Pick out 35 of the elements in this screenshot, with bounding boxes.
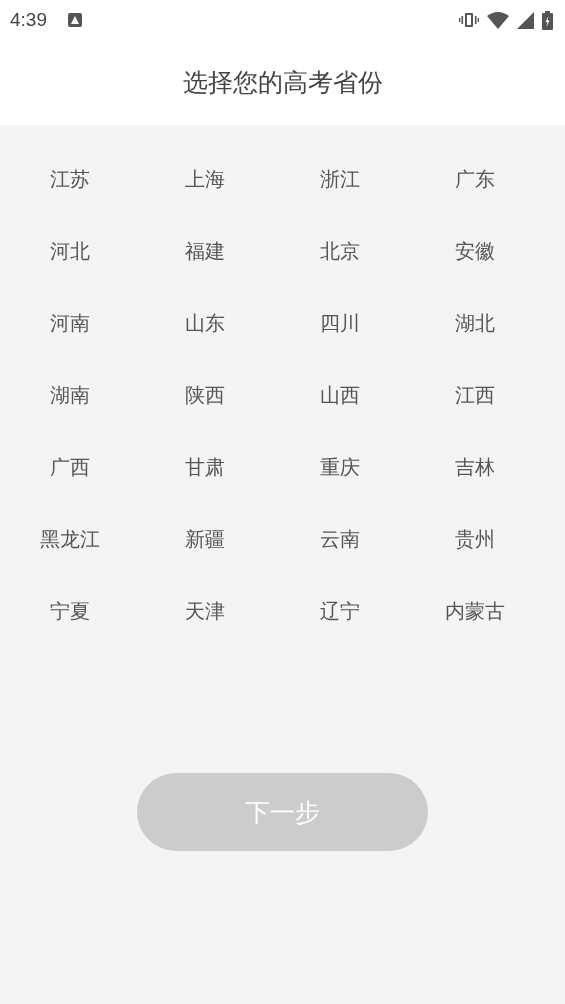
province-option[interactable]: 陕西 — [137, 359, 272, 431]
province-option[interactable]: 新疆 — [137, 503, 272, 575]
province-option[interactable]: 内蒙古 — [407, 575, 542, 647]
province-option[interactable]: 四川 — [272, 287, 407, 359]
page-title: 选择您的高考省份 — [182, 67, 383, 99]
signal-icon — [517, 11, 534, 29]
province-option[interactable]: 河南 — [2, 287, 137, 359]
province-option[interactable]: 甘肃 — [137, 431, 272, 503]
province-option[interactable]: 辽宁 — [272, 575, 407, 647]
province-option[interactable]: 安徽 — [407, 215, 542, 287]
province-option[interactable]: 重庆 — [272, 431, 407, 503]
wifi-icon — [487, 11, 509, 29]
province-option[interactable]: 天津 — [137, 575, 272, 647]
province-option[interactable]: 河北 — [2, 215, 137, 287]
battery-icon — [542, 10, 553, 30]
province-option[interactable]: 贵州 — [407, 503, 542, 575]
province-option[interactable]: 广东 — [407, 143, 542, 215]
province-option[interactable]: 云南 — [272, 503, 407, 575]
province-option[interactable]: 吉林 — [407, 431, 542, 503]
province-option[interactable]: 江西 — [407, 359, 542, 431]
province-option[interactable]: 福建 — [137, 215, 272, 287]
province-option[interactable]: 山西 — [272, 359, 407, 431]
province-option[interactable]: 上海 — [137, 143, 272, 215]
province-option[interactable]: 浙江 — [272, 143, 407, 215]
province-option[interactable]: 江苏 — [2, 143, 137, 215]
vibrate-icon — [459, 11, 479, 29]
province-option[interactable]: 湖北 — [407, 287, 542, 359]
province-option[interactable]: 广西 — [2, 431, 137, 503]
province-option[interactable]: 宁夏 — [2, 575, 137, 647]
province-option[interactable]: 山东 — [137, 287, 272, 359]
status-time: 4:39 — [10, 9, 47, 31]
province-option[interactable]: 湖南 — [2, 359, 137, 431]
notification-icon — [67, 12, 83, 28]
province-option[interactable]: 北京 — [272, 215, 407, 287]
province-option[interactable]: 黑龙江 — [2, 503, 137, 575]
